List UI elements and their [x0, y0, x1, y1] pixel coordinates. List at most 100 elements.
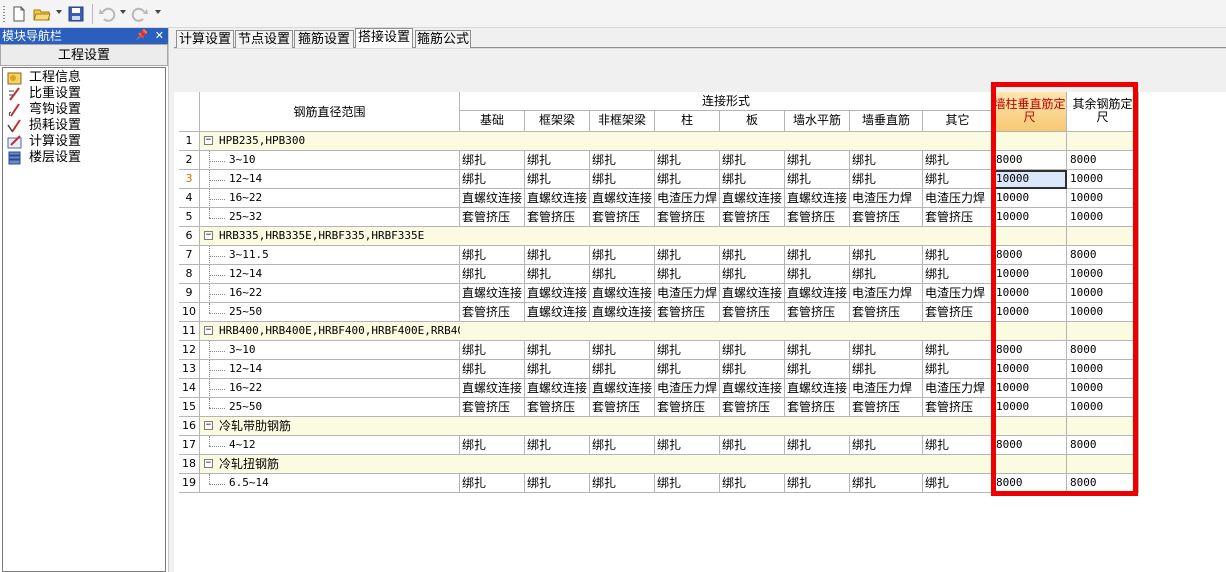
- row-number[interactable]: 8: [179, 265, 200, 284]
- nav-item-floor-settings[interactable]: 楼层设置: [5, 150, 155, 166]
- other-stock-length-cell[interactable]: 10000: [1067, 303, 1139, 322]
- new-file-icon[interactable]: [10, 5, 28, 23]
- connection-type-cell[interactable]: 绑扎: [720, 246, 785, 265]
- connection-type-cell[interactable]: 绑扎: [655, 360, 720, 379]
- connection-type-cell[interactable]: 绑扎: [655, 265, 720, 284]
- connection-type-cell[interactable]: 电渣压力焊: [655, 284, 720, 303]
- connection-type-cell[interactable]: 电渣压力焊: [923, 379, 993, 398]
- row-number[interactable]: 14: [179, 379, 200, 398]
- diameter-range-cell[interactable]: 6.5~14: [200, 474, 460, 493]
- other-stock-length-cell[interactable]: 10000: [1067, 170, 1139, 189]
- other-stock-length-cell[interactable]: 10000: [1067, 189, 1139, 208]
- connection-type-cell[interactable]: 绑扎: [923, 265, 993, 284]
- connection-type-cell[interactable]: 直螺纹连接: [590, 379, 655, 398]
- connection-type-cell[interactable]: 套管挤压: [460, 398, 525, 417]
- connection-type-cell[interactable]: 绑扎: [720, 151, 785, 170]
- connection-type-cell[interactable]: 套管挤压: [785, 398, 850, 417]
- connection-type-cell[interactable]: 绑扎: [460, 341, 525, 360]
- group-label-cell[interactable]: − 冷轧带肋钢筋: [200, 417, 460, 436]
- tab-calc-settings[interactable]: 计算设置: [176, 30, 234, 49]
- panel-splitter[interactable]: [168, 28, 174, 572]
- wall-column-stock-length-cell[interactable]: 10000: [993, 265, 1067, 284]
- row-number[interactable]: 15: [179, 398, 200, 417]
- diameter-range-cell[interactable]: 3~11.5: [200, 246, 460, 265]
- other-stock-length-cell[interactable]: 8000: [1067, 474, 1139, 493]
- toolbar-grip[interactable]: [3, 6, 5, 22]
- nav-panel-title[interactable]: 工程设置: [0, 44, 168, 66]
- connection-type-cell[interactable]: 绑扎: [525, 474, 590, 493]
- other-stock-length-cell[interactable]: 10000: [1067, 265, 1139, 284]
- connection-type-cell[interactable]: 绑扎: [923, 151, 993, 170]
- connection-type-cell[interactable]: 套管挤压: [923, 398, 993, 417]
- connection-type-cell[interactable]: 绑扎: [590, 474, 655, 493]
- connection-type-cell[interactable]: 电渣压力焊: [923, 189, 993, 208]
- diameter-range-cell[interactable]: 25~32: [200, 208, 460, 227]
- connection-type-cell[interactable]: 绑扎: [923, 246, 993, 265]
- wall-column-stock-length-cell[interactable]: 8000: [993, 436, 1067, 455]
- connection-type-cell[interactable]: 绑扎: [785, 474, 850, 493]
- diameter-range-cell[interactable]: 16~22: [200, 189, 460, 208]
- open-folder-icon[interactable]: [33, 5, 51, 23]
- wall-column-stock-length-cell[interactable]: 8000: [993, 341, 1067, 360]
- connection-type-cell[interactable]: 直螺纹连接: [525, 189, 590, 208]
- connection-type-cell[interactable]: 套管挤压: [850, 303, 923, 322]
- connection-type-cell[interactable]: 绑扎: [850, 436, 923, 455]
- connection-type-cell[interactable]: 绑扎: [923, 341, 993, 360]
- connection-type-cell[interactable]: 套管挤压: [923, 303, 993, 322]
- redo-icon[interactable]: [131, 5, 149, 23]
- connection-type-cell[interactable]: 绑扎: [655, 151, 720, 170]
- other-stock-length-cell[interactable]: 8000: [1067, 341, 1139, 360]
- connection-type-cell[interactable]: 绑扎: [590, 341, 655, 360]
- collapse-icon[interactable]: −: [204, 326, 213, 335]
- pin-icon[interactable]: 📌: [136, 28, 148, 44]
- row-number[interactable]: 13: [179, 360, 200, 379]
- collapse-icon[interactable]: −: [204, 136, 213, 145]
- connection-type-cell[interactable]: 直螺纹连接: [460, 284, 525, 303]
- wall-column-stock-length-cell[interactable]: 10000: [993, 170, 1067, 189]
- connection-type-cell[interactable]: 绑扎: [850, 474, 923, 493]
- connection-type-cell[interactable]: 直螺纹连接: [460, 379, 525, 398]
- wall-column-stock-length-cell[interactable]: 10000: [993, 303, 1067, 322]
- connection-type-cell[interactable]: 直螺纹连接: [590, 303, 655, 322]
- connection-type-cell[interactable]: 绑扎: [525, 360, 590, 379]
- connection-type-cell[interactable]: 绑扎: [525, 246, 590, 265]
- row-number[interactable]: 1: [179, 132, 200, 151]
- connection-type-cell[interactable]: 绑扎: [785, 265, 850, 284]
- diameter-range-cell[interactable]: 4~12: [200, 436, 460, 455]
- other-stock-length-cell[interactable]: 10000: [1067, 379, 1139, 398]
- connection-type-cell[interactable]: 绑扎: [720, 265, 785, 284]
- diameter-range-cell[interactable]: 25~50: [200, 398, 460, 417]
- row-number[interactable]: 2: [179, 151, 200, 170]
- tab-node-settings[interactable]: 节点设置: [235, 30, 293, 49]
- other-stock-length-cell[interactable]: 10000: [1067, 284, 1139, 303]
- group-label-cell[interactable]: − HRB400,HRB400E,HRBF400,HRBF400E,RRB400,: [200, 322, 460, 341]
- undo-icon[interactable]: [98, 5, 116, 23]
- connection-type-cell[interactable]: 绑扎: [850, 360, 923, 379]
- wall-column-stock-length-cell[interactable]: 8000: [993, 151, 1067, 170]
- connection-type-cell[interactable]: 绑扎: [590, 265, 655, 284]
- connection-type-cell[interactable]: 电渣压力焊: [850, 379, 923, 398]
- connection-type-cell[interactable]: 绑扎: [460, 246, 525, 265]
- connection-type-cell[interactable]: 绑扎: [785, 341, 850, 360]
- connection-type-cell[interactable]: 套管挤压: [923, 208, 993, 227]
- wall-column-stock-length-cell[interactable]: 10000: [993, 379, 1067, 398]
- connection-type-cell[interactable]: 绑扎: [525, 265, 590, 284]
- connection-type-cell[interactable]: 直螺纹连接: [720, 189, 785, 208]
- connection-type-cell[interactable]: 绑扎: [460, 474, 525, 493]
- connection-type-cell[interactable]: 套管挤压: [850, 398, 923, 417]
- row-number[interactable]: 9: [179, 284, 200, 303]
- row-number[interactable]: 11: [179, 322, 200, 341]
- connection-type-cell[interactable]: 直螺纹连接: [720, 379, 785, 398]
- connection-type-cell[interactable]: 套管挤压: [525, 208, 590, 227]
- other-stock-length-cell[interactable]: 8000: [1067, 151, 1139, 170]
- connection-type-cell[interactable]: 电渣压力焊: [850, 189, 923, 208]
- connection-type-cell[interactable]: 绑扎: [655, 341, 720, 360]
- tab-stirrup-settings[interactable]: 箍筋设置: [294, 30, 354, 49]
- nav-item-calc-settings[interactable]: 计算设置: [5, 134, 155, 150]
- row-number[interactable]: 18: [179, 455, 200, 474]
- close-icon[interactable]: ✕: [155, 28, 164, 44]
- connection-type-cell[interactable]: 绑扎: [590, 246, 655, 265]
- nav-item-hook-settings[interactable]: 弯钩设置: [5, 102, 155, 118]
- connection-type-cell[interactable]: 直螺纹连接: [720, 284, 785, 303]
- connection-type-cell[interactable]: 直螺纹连接: [525, 303, 590, 322]
